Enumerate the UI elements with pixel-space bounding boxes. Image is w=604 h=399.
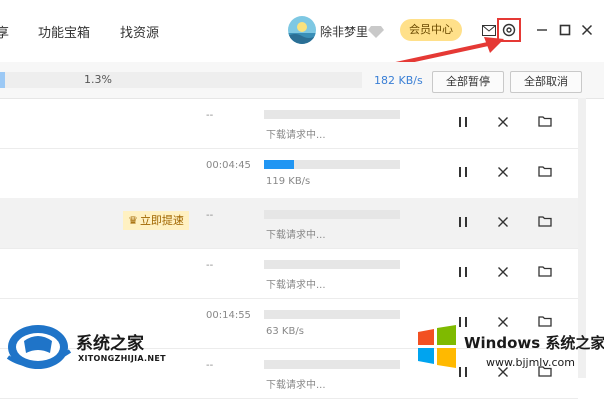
folder-icon[interactable] [537,113,553,129]
pause-icon[interactable] [455,264,471,280]
row-progress-bar [264,110,400,119]
row-progress-bar [264,310,400,319]
username[interactable]: 除非梦里 [320,23,368,40]
remaining-time: -- [206,260,214,271]
remaining-time: -- [206,110,214,121]
row-status: 63 KB/s [266,326,304,337]
total-progress-fill [0,72,5,88]
download-row[interactable] [0,98,578,149]
download-row[interactable] [0,148,578,199]
row-status: 下载请求中... [266,380,326,391]
cancel-icon[interactable] [495,214,511,230]
row-status: 119 KB/s [266,176,311,187]
remaining-time: -- [206,360,214,371]
remaining-time: 00:14:55 [206,310,251,321]
pause-icon[interactable] [455,114,471,130]
pause-icon[interactable] [455,214,471,230]
close-icon[interactable] [577,20,597,40]
watermark-right-title: Windows 系统之家 [464,334,604,352]
folder-icon[interactable] [537,213,553,229]
nav-item-find-resources[interactable]: 找资源 [120,22,159,41]
row-status: 下载请求中... [266,230,326,241]
download-row[interactable] [0,198,578,249]
row-progress-bar [264,210,400,219]
pause-icon[interactable] [455,164,471,180]
watermark-left-title: 系统之家 [76,334,144,354]
maximize-icon[interactable] [555,20,575,40]
watermark-left-url: XITONGZHIJIA.NET [78,354,166,363]
crown-icon: ♛ [128,214,138,227]
row-progress-bar [264,360,400,369]
cancel-all-button[interactable]: 全部取消 [510,71,582,93]
row-status: 下载请求中... [266,130,326,141]
pause-all-button[interactable]: 全部暂停 [432,71,504,93]
row-progress-bar [264,160,400,169]
download-row[interactable] [0,248,578,299]
folder-icon[interactable] [537,263,553,279]
watermark-right: Windows 系统之家 www.bjjmlv.com [412,318,604,376]
speed-up-label: 立即提速 [139,214,184,227]
row-progress-bar [264,260,400,269]
remaining-time: 00:04:45 [206,160,251,171]
cancel-icon[interactable] [495,114,511,130]
total-progress-text: 1.3% [84,73,112,86]
speed-up-button[interactable]: ♛ 立即提速 [123,211,189,230]
watermark-left: 系统之家 XITONGZHIJIA.NET [4,313,174,375]
remaining-time: -- [206,210,214,221]
avatar[interactable] [288,16,316,44]
watermark-right-url: www.bjjmlv.com [486,356,575,369]
folder-icon[interactable] [537,163,553,179]
total-progress-bar [0,72,362,88]
cancel-icon[interactable] [495,164,511,180]
nav-item-share[interactable]: 享 [0,22,9,41]
row-status: 下载请求中... [266,280,326,291]
minimize-icon[interactable] [532,20,552,40]
total-speed: 182 KB/s [374,74,423,87]
nav-item-toolbox[interactable]: 功能宝箱 [38,22,90,41]
row-progress-fill [264,160,294,169]
cancel-icon[interactable] [495,264,511,280]
